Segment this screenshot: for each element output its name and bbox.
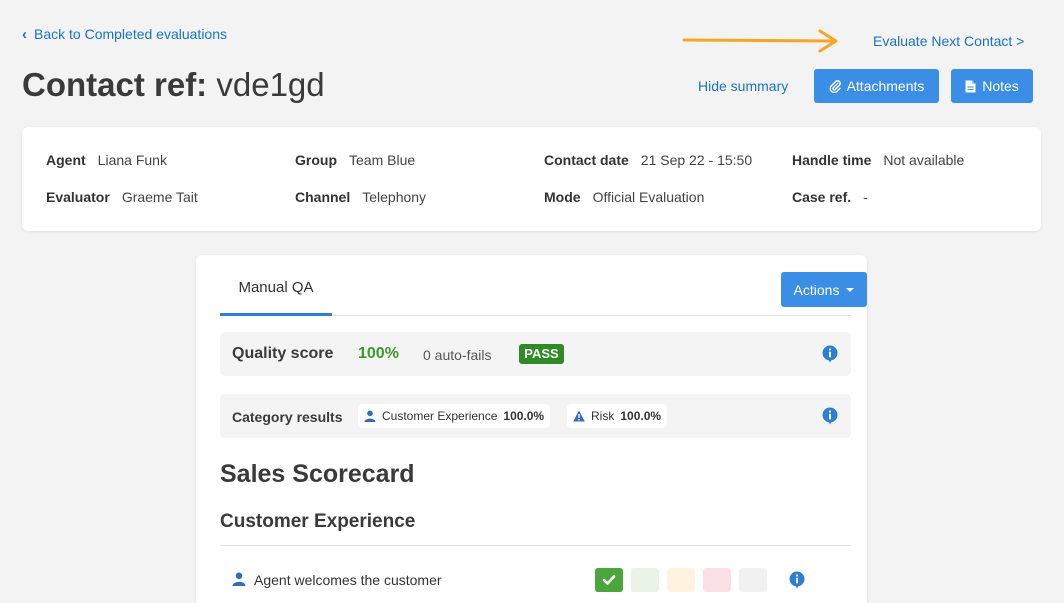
person-icon xyxy=(232,572,246,586)
page-title-label: Contact ref: xyxy=(22,66,208,103)
checkmark-icon xyxy=(602,575,616,585)
back-to-completed-link[interactable]: ‹ Back to Completed evaluations xyxy=(22,26,227,42)
quality-score-label: Quality score xyxy=(232,345,334,362)
category-results-label: Category results xyxy=(232,409,343,425)
actions-dropdown-button[interactable]: Actions xyxy=(781,272,867,307)
document-icon xyxy=(965,80,976,92)
paperclip-icon xyxy=(829,80,841,93)
annotation-arrow-icon xyxy=(682,29,838,53)
question-row: Agent welcomes the customer xyxy=(232,567,842,595)
answer-na-button[interactable] xyxy=(739,568,767,592)
summary-agent: Agent Liana Funk xyxy=(46,152,167,168)
answer-no-button[interactable] xyxy=(703,568,731,592)
question-text: Agent welcomes the customer xyxy=(254,572,442,588)
summary-mode: Mode Official Evaluation xyxy=(544,189,705,205)
section-divider xyxy=(220,545,851,546)
auto-fails-count: 0 auto-fails xyxy=(423,347,492,363)
actions-label: Actions xyxy=(793,281,840,298)
attachments-button[interactable]: Attachments xyxy=(814,69,939,103)
page-title-value: vde1gd xyxy=(216,66,325,103)
person-icon xyxy=(364,410,376,422)
hide-summary-link[interactable]: Hide summary xyxy=(698,78,788,94)
summary-case-ref: Case ref. - xyxy=(792,189,868,205)
summary-evaluator: Evaluator Graeme Tait xyxy=(46,189,198,205)
category-chip-customer-experience: Customer Experience 100.0% xyxy=(358,404,551,428)
notes-label: Notes xyxy=(982,78,1019,94)
quality-score-panel: Quality score 100% 0 auto-fails PASS xyxy=(220,332,851,376)
info-icon[interactable] xyxy=(822,407,838,425)
category-chip-risk: Risk 100.0% xyxy=(567,404,668,428)
evaluation-card: Manual QA Actions Quality score 100% 0 a… xyxy=(196,255,867,603)
info-icon[interactable] xyxy=(789,571,805,589)
chevron-left-icon: ‹ xyxy=(22,25,27,43)
evaluate-next-contact-link[interactable]: Evaluate Next Contact > xyxy=(873,33,1024,49)
page-title: Contact ref: vde1gd xyxy=(22,66,325,104)
quality-score-value: 100% xyxy=(358,345,399,362)
caret-down-icon xyxy=(846,287,855,292)
contact-summary-card: Agent Liana Funk Evaluator Graeme Tait Gro… xyxy=(22,127,1041,231)
warning-icon xyxy=(573,410,585,422)
answer-yes-button[interactable] xyxy=(595,568,623,592)
section-title: Customer Experience xyxy=(220,511,416,532)
summary-handle-time: Handle time Not available xyxy=(792,152,965,168)
summary-contact-date: Contact date 21 Sep 22 - 15:50 xyxy=(544,152,753,168)
summary-group: Group Team Blue xyxy=(295,152,416,168)
summary-channel: Channel Telephony xyxy=(295,189,427,205)
info-icon[interactable] xyxy=(822,345,838,363)
pass-badge: PASS xyxy=(519,344,564,364)
scorecard-title: Sales Scorecard xyxy=(220,460,415,488)
notes-button[interactable]: Notes xyxy=(951,69,1033,103)
answer-warning-button[interactable] xyxy=(667,568,695,592)
category-results-panel: Category results Customer Experience 100… xyxy=(220,394,851,438)
answer-partial-button[interactable] xyxy=(631,568,659,592)
attachments-label: Attachments xyxy=(846,78,925,94)
tab-manual-qa[interactable]: Manual QA xyxy=(220,279,332,316)
tab-bar: Manual QA Actions xyxy=(220,255,867,316)
back-link-label: Back to Completed evaluations xyxy=(34,26,227,42)
